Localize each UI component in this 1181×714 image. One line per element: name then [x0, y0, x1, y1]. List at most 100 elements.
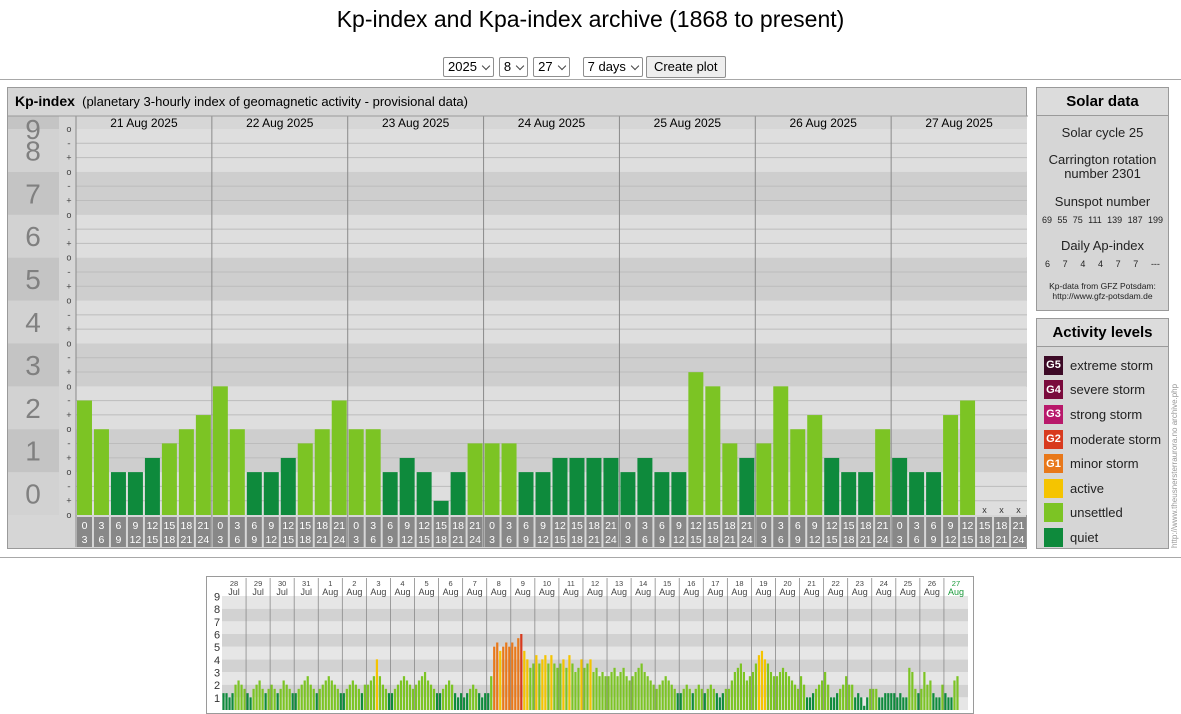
mini-bar — [685, 684, 688, 710]
kp-hour-start: 6 — [116, 520, 122, 532]
year-select[interactable]: 2025 — [443, 57, 494, 77]
kp-hour-end: 15 — [690, 534, 702, 546]
create-plot-button[interactable]: Create plot — [645, 56, 726, 78]
mini-month-label: Aug — [924, 587, 940, 597]
mini-bar — [396, 684, 400, 710]
mini-band — [222, 621, 968, 634]
kp-bar — [909, 472, 925, 515]
mini-bar — [715, 693, 718, 710]
kp-hour-start: 15 — [979, 520, 991, 532]
mini-bar — [676, 693, 679, 710]
kp-hour-start: 15 — [299, 520, 311, 532]
monthly-kp-overview-chart[interactable]: 12345678928Jul29Jul30Jul31Jul1Aug2Aug3Au… — [206, 576, 974, 714]
mini-bar — [589, 659, 592, 710]
kp-hour-start: 3 — [234, 520, 240, 532]
carrington-rotation: Carrington rotation number 2301 — [1048, 152, 1157, 181]
mini-y-tick-label: 9 — [214, 592, 220, 604]
mini-bar — [586, 663, 589, 710]
plot-controls: 2025 8 27 7 days Create plot — [443, 56, 726, 78]
mini-bar — [550, 655, 553, 710]
activity-level-swatch: G1 — [1044, 454, 1063, 474]
mini-month-label: Aug — [491, 587, 507, 597]
kp-hour-start: 0 — [489, 520, 495, 532]
mini-band — [222, 596, 968, 609]
source-link[interactable]: http://www.gfz-potsdam.de — [1037, 291, 1168, 301]
mini-bar — [375, 659, 379, 710]
kp-hour-end: 9 — [795, 534, 801, 546]
kp-missing-mark: x — [999, 505, 1004, 515]
activity-level-label: unsettled — [1070, 505, 1123, 521]
mini-bar — [312, 688, 315, 710]
mini-bar — [923, 672, 926, 710]
mini-bar — [583, 667, 586, 710]
activity-level-item: G1 minor storm — [1037, 451, 1168, 476]
mini-bar — [911, 672, 914, 710]
mini-bar — [775, 676, 779, 710]
kp-minor-tick-label: o — [66, 339, 71, 349]
kp-y-tick-label: 3 — [25, 350, 41, 381]
mini-band — [222, 672, 968, 685]
mini-month-label: Aug — [852, 587, 868, 597]
mini-bar — [496, 642, 499, 710]
mini-month-label: Aug — [515, 587, 531, 597]
kp-bar — [603, 457, 619, 515]
kp-hour-start: 0 — [217, 520, 223, 532]
mini-bar — [824, 672, 827, 710]
activity-level-item: G5 extreme storm — [1037, 353, 1168, 378]
mini-bar — [333, 684, 336, 710]
mini-bar — [288, 688, 291, 710]
mini-bar — [863, 705, 866, 710]
mini-bar — [878, 697, 881, 710]
mini-bar — [523, 650, 526, 710]
day-select[interactable]: 27 — [533, 57, 570, 77]
mini-bar — [703, 693, 706, 710]
kp-hour-end: 9 — [659, 534, 665, 546]
mini-bar — [619, 672, 622, 710]
mini-bar — [285, 684, 288, 710]
mini-bar — [802, 684, 806, 710]
kp-hour-start: 12 — [690, 520, 702, 532]
kp-minor-tick-label: o — [66, 168, 71, 178]
mini-bar — [580, 659, 583, 710]
mini-bar — [493, 646, 496, 710]
mini-bar — [565, 667, 568, 710]
kp-day-label: 25 Aug 2025 — [654, 116, 722, 130]
mini-bar — [652, 684, 655, 710]
kp-hour-start: 6 — [931, 520, 937, 532]
kp-bar — [926, 472, 942, 515]
activity-level-label: strong storm — [1070, 406, 1143, 422]
mini-month-label: Aug — [563, 587, 579, 597]
span-select[interactable]: 7 days — [582, 57, 643, 77]
kp-hour-end: 3 — [897, 534, 903, 546]
mini-bar — [363, 684, 366, 710]
mini-month-label: Aug — [683, 587, 699, 597]
mini-bar — [240, 684, 243, 710]
kp-hour-end: 3 — [217, 534, 223, 546]
mini-bar — [556, 667, 559, 710]
kp-y-tick-label: 9 — [25, 114, 41, 145]
mini-bar — [697, 684, 700, 710]
mini-month-label: Aug — [828, 587, 844, 597]
kp-bar — [280, 457, 296, 515]
mini-bar — [932, 693, 935, 710]
solar-data-box: Solar data Solar cycle 25 Carrington rot… — [1036, 87, 1169, 311]
activity-levels-title: Activity levels — [1037, 319, 1168, 347]
month-select[interactable]: 8 — [498, 57, 529, 77]
kp-minor-tick-label: o — [66, 511, 71, 521]
kp-bar — [501, 443, 517, 515]
kp-hour-end: 15 — [962, 534, 974, 546]
kp-hour-end: 24 — [605, 534, 617, 546]
kp-bar — [790, 429, 806, 515]
mini-y-tick-label: 1 — [214, 693, 220, 705]
kp-bar — [382, 472, 398, 515]
mini-bar — [811, 693, 815, 710]
mini-bar — [345, 688, 348, 710]
kp-hour-start: 15 — [843, 520, 855, 532]
mini-bar — [366, 684, 369, 710]
mini-bar — [670, 684, 673, 710]
kp-hour-end: 15 — [147, 534, 159, 546]
kp-hour-start: 6 — [795, 520, 801, 532]
mini-bar — [808, 697, 812, 710]
mini-bar — [538, 663, 541, 710]
mini-bar — [622, 667, 625, 710]
